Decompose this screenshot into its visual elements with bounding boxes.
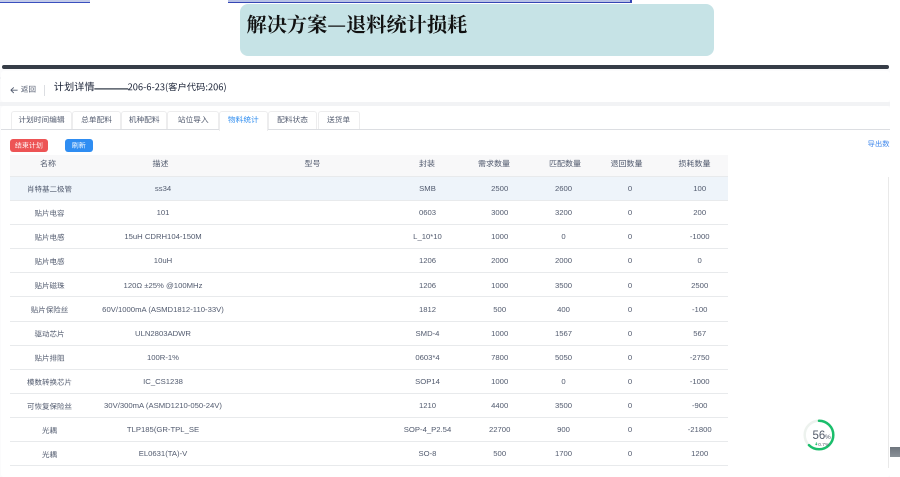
svg-text:%: % <box>825 434 831 441</box>
svg-text:0.7%: 0.7% <box>818 442 830 448</box>
svg-text:56: 56 <box>812 430 825 442</box>
